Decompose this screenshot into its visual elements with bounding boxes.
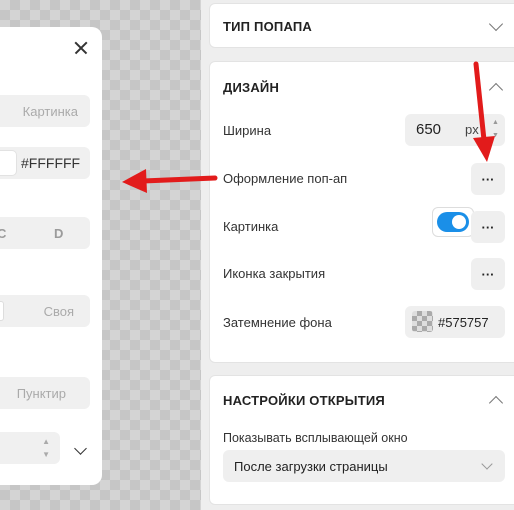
stepper-down-icon[interactable]: ▼ <box>492 132 499 139</box>
color-field[interactable]: #FFFFFF <box>0 147 90 179</box>
more-icon: ··· <box>481 219 495 235</box>
width-input[interactable]: 650 px ▲ ▼ <box>405 114 505 146</box>
overlay-color-value: #575757 <box>438 315 489 330</box>
image-label: Картинка <box>223 219 279 234</box>
stepper-up-icon[interactable]: ▲ <box>42 437 50 446</box>
popup-style-more-button[interactable]: ··· <box>471 163 505 195</box>
image-option-label: Картинка <box>22 103 78 119</box>
open-settings-section: НАСТРОЙКИ ОТКРЫТИЯ Показывать всплывающе… <box>209 375 514 505</box>
own-option-label: Своя <box>43 303 74 319</box>
dashed-option-field[interactable]: Пунктир <box>0 377 90 409</box>
width-unit: px <box>465 122 479 137</box>
stepper-up-icon[interactable]: ▲ <box>492 119 499 126</box>
dashed-option-label: Пунктир <box>16 385 66 401</box>
popup-style-label: Оформление поп-ап <box>223 171 348 186</box>
popup-type-title: ТИП ПОПАПА <box>223 19 312 34</box>
more-icon: ··· <box>481 171 495 187</box>
chevron-down-icon[interactable] <box>488 16 504 32</box>
close-icon[interactable] <box>69 36 93 60</box>
overlay-color-input[interactable]: #575757 <box>405 306 505 338</box>
chevron-up-icon[interactable] <box>488 395 504 411</box>
width-value: 650 <box>416 121 442 138</box>
segment-tab[interactable] <box>0 301 4 321</box>
chevron-down-icon <box>481 458 493 470</box>
chevron-up-icon[interactable] <box>488 82 504 98</box>
more-icon: ··· <box>481 266 495 282</box>
stepper-down-icon[interactable]: ▼ <box>42 450 50 459</box>
image-more-button[interactable]: ··· <box>471 211 505 243</box>
close-icon-label: Иконка закрытия <box>223 266 326 281</box>
number-stepper[interactable]: ▲ ▼ <box>0 432 60 464</box>
image-option-field[interactable]: Картинка <box>0 95 90 127</box>
color-swatch[interactable] <box>0 150 17 176</box>
chevron-down-icon[interactable] <box>74 442 87 455</box>
design-title: ДИЗАЙН <box>223 80 280 95</box>
own-option-field[interactable]: Своя <box>0 295 90 327</box>
option-d[interactable]: D <box>54 226 63 241</box>
transparency-swatch-icon[interactable] <box>412 311 433 332</box>
design-section: ДИЗАЙН Ширина 650 px ▲ ▼ Оформление поп-… <box>209 61 514 363</box>
popup-preview: Картинка #FFFFFF C D Своя Пунктир ▲ ▼ <box>0 27 102 485</box>
option-c[interactable]: C <box>0 226 6 241</box>
option-segment[interactable]: C D <box>0 217 90 249</box>
overlay-label: Затемнение фона <box>223 315 332 330</box>
show-popup-label: Показывать всплывающей окно <box>223 431 408 445</box>
image-toggle[interactable] <box>437 212 469 232</box>
close-icon-more-button[interactable]: ··· <box>471 258 505 290</box>
settings-panel: ТИП ПОПАПА ДИЗАЙН Ширина 650 px ▲ ▼ Офор… <box>201 0 514 510</box>
popup-type-section[interactable]: ТИП ПОПАПА <box>209 3 514 48</box>
open-settings-title: НАСТРОЙКИ ОТКРЫТИЯ <box>223 393 385 408</box>
color-value: #FFFFFF <box>21 155 81 171</box>
show-popup-value: После загрузки страницы <box>234 459 388 474</box>
show-popup-select[interactable]: После загрузки страницы <box>223 450 505 482</box>
width-label: Ширина <box>223 123 272 138</box>
